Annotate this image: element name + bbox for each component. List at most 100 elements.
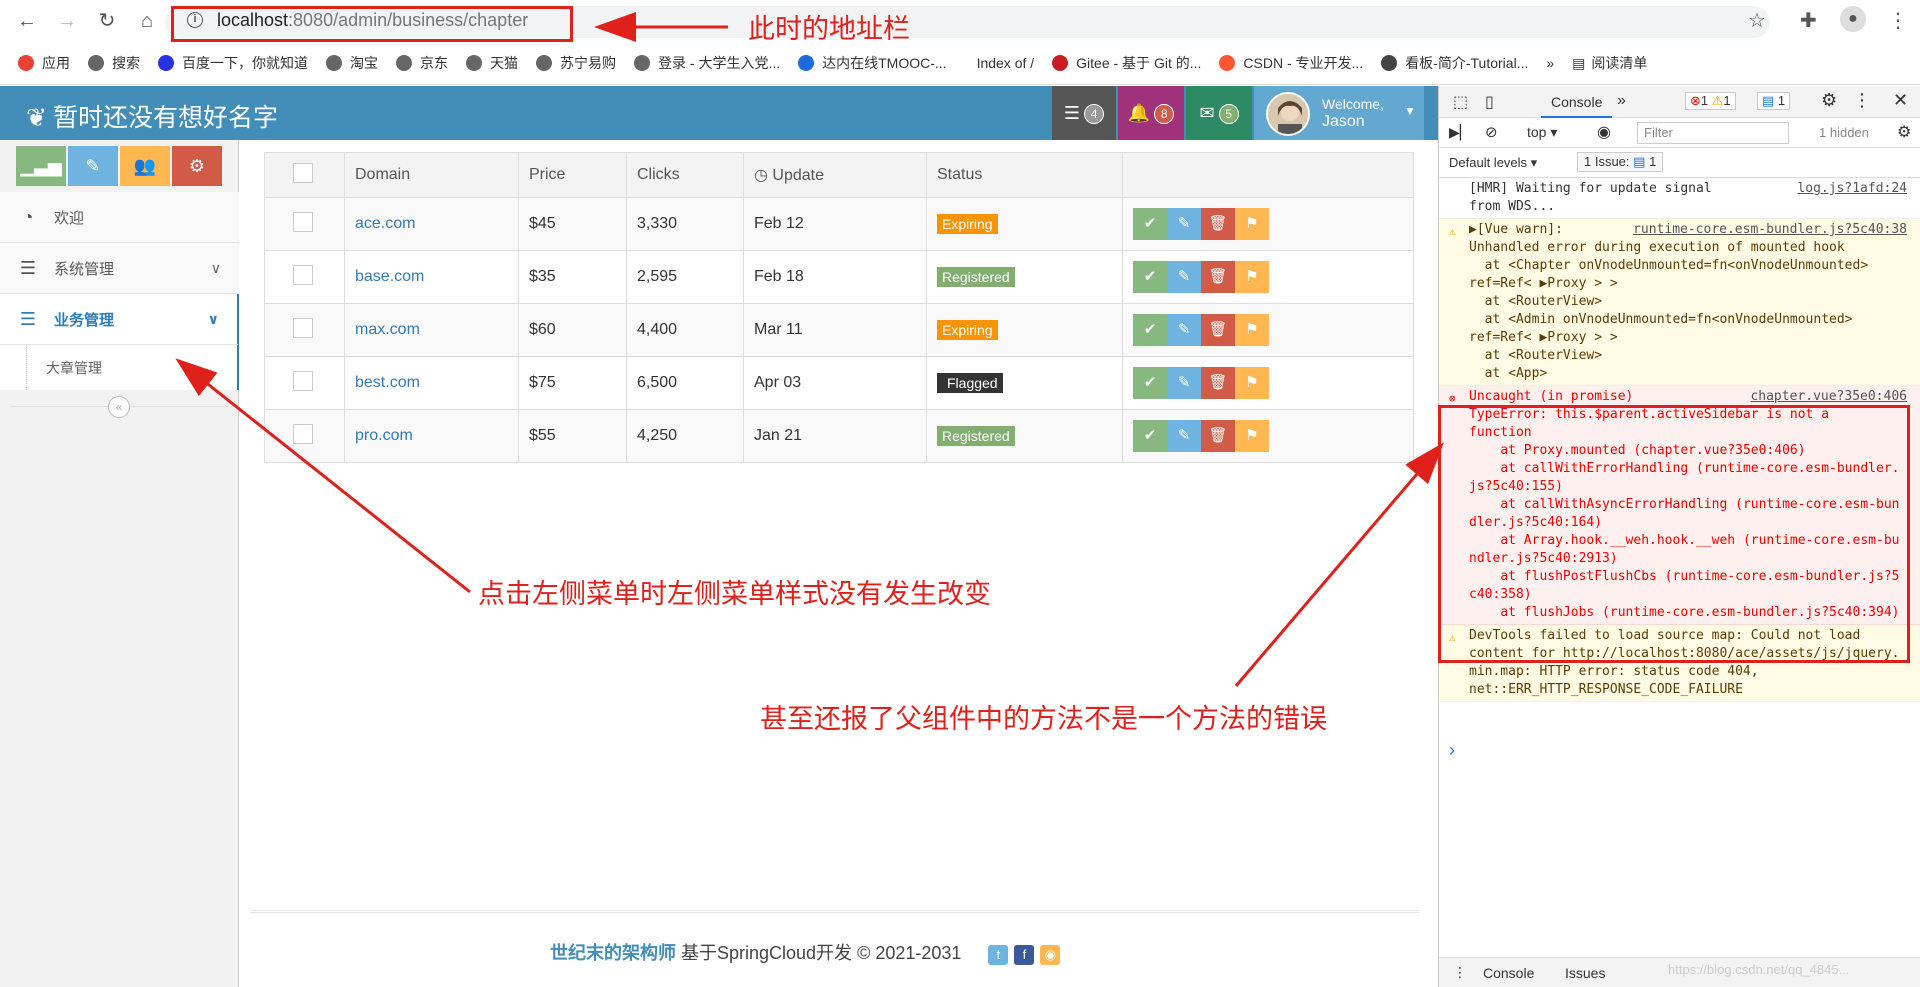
profile-icon[interactable]: ● <box>1840 6 1866 32</box>
flag-icon[interactable]: ⚑ <box>1235 314 1269 346</box>
cogs-icon[interactable]: ⚙ <box>172 146 222 186</box>
trash-icon[interactable]: 🗑 <box>1201 367 1235 399</box>
header-price[interactable]: Price <box>518 152 627 198</box>
check-icon[interactable]: ✔ <box>1133 420 1167 452</box>
extensions-icon[interactable]: ✚ <box>1800 8 1817 33</box>
back-icon[interactable]: ← <box>12 6 42 36</box>
domain-link[interactable]: max.com <box>355 321 420 338</box>
trash-icon[interactable]: 🗑 <box>1201 420 1235 452</box>
header-update[interactable]: ◷ Update <box>743 152 927 198</box>
menu-dots-icon[interactable]: ⋮ <box>1888 8 1908 33</box>
forward-icon[interactable]: → <box>52 6 82 36</box>
tab-console[interactable]: Console <box>1541 86 1613 118</box>
bookmark-item[interactable]: 京东 <box>396 53 448 73</box>
close-icon[interactable]: ✕ <box>1893 90 1908 111</box>
select-all-checkbox[interactable] <box>293 162 313 183</box>
sidebar-item-business[interactable]: ☰ 业务管理 ∨ <box>0 294 239 345</box>
flag-icon[interactable]: ⚑ <box>1235 261 1269 293</box>
clear-console-icon[interactable]: ⊘ <box>1485 123 1498 141</box>
trash-icon[interactable]: 🗑 <box>1201 314 1235 346</box>
drawer-tab-issues[interactable]: Issues <box>1565 965 1605 981</box>
row-checkbox[interactable] <box>293 370 313 391</box>
messages-button[interactable]: ✉ 5 <box>1186 86 1252 140</box>
domain-link[interactable]: best.com <box>355 374 420 391</box>
facebook-icon[interactable]: f <box>1014 945 1035 965</box>
console-prompt[interactable]: › <box>1449 740 1455 761</box>
flag-icon[interactable]: ⚑ <box>1235 208 1269 240</box>
bookmark-item[interactable]: Gitee - 基于 Git 的... <box>1052 53 1201 73</box>
header-clicks[interactable]: Clicks <box>626 152 744 198</box>
edit-icon[interactable]: ✎ <box>1167 208 1201 240</box>
console-settings-icon[interactable]: ⚙ <box>1897 122 1911 142</box>
bookmark-item[interactable]: 苏宁易购 <box>536 53 616 73</box>
bookmarks-more[interactable]: » <box>1546 55 1554 71</box>
domain-link[interactable]: ace.com <box>355 215 415 232</box>
check-icon[interactable]: ✔ <box>1133 367 1167 399</box>
row-checkbox[interactable] <box>293 423 313 444</box>
issues-counter[interactable]: ▤ 1 <box>1757 92 1791 110</box>
console-filter-input[interactable]: Filter <box>1637 122 1789 144</box>
bookmark-item[interactable]: Index of / <box>965 55 1035 71</box>
address-text[interactable]: localhost:8080/admin/business/chapter <box>217 10 528 31</box>
edit-icon[interactable]: ✎ <box>1167 314 1201 346</box>
rss-icon[interactable]: ◉ <box>1040 945 1061 965</box>
bookmark-star-icon[interactable]: ☆ <box>1748 8 1766 33</box>
pencil-icon[interactable]: ✎ <box>68 146 118 186</box>
edit-icon[interactable]: ✎ <box>1167 420 1201 452</box>
header-status[interactable]: Status <box>926 152 1123 198</box>
bookmark-item[interactable]: 达内在线TMOOC-... <box>798 53 947 73</box>
edit-icon[interactable]: ✎ <box>1167 261 1201 293</box>
bookmark-item[interactable]: 登录 - 大学生入党... <box>634 53 780 73</box>
edit-icon[interactable]: ✎ <box>1167 367 1201 399</box>
bookmark-item[interactable]: 搜索 <box>88 53 140 73</box>
home-icon[interactable]: ⌂ <box>132 6 162 36</box>
header-domain[interactable]: Domain <box>344 152 519 198</box>
users-icon[interactable]: 👥 <box>120 146 170 186</box>
eye-icon[interactable]: ◉ <box>1597 122 1611 142</box>
tasks-button[interactable]: ☰ 4 <box>1052 86 1116 140</box>
bookmark-item[interactable]: 天猫 <box>466 53 518 73</box>
row-checkbox[interactable] <box>293 264 313 285</box>
flag-icon[interactable]: ⚑ <box>1235 420 1269 452</box>
sidebar-subitem-chapter[interactable]: 大章管理 <box>0 345 239 390</box>
sidebar-item-welcome[interactable]: ◔ 欢迎 <box>0 192 239 243</box>
domain-link[interactable]: pro.com <box>355 427 413 444</box>
error-warning-counter[interactable]: ⊗1 ⚠1 <box>1685 92 1736 110</box>
check-icon[interactable]: ✔ <box>1133 208 1167 240</box>
domain-link[interactable]: base.com <box>355 268 424 285</box>
info-icon[interactable]: i <box>187 12 203 28</box>
row-checkbox[interactable] <box>293 211 313 232</box>
inspect-icon[interactable]: ⬚ <box>1453 92 1468 112</box>
check-icon[interactable]: ✔ <box>1133 314 1167 346</box>
more-tabs-icon[interactable]: » <box>1617 92 1626 110</box>
flag-icon[interactable]: ⚑ <box>1235 367 1269 399</box>
notifications-button[interactable]: 🔔 8 <box>1118 86 1184 140</box>
levels-dropdown[interactable]: Default levels ▾ <box>1449 155 1537 171</box>
trash-icon[interactable]: 🗑 <box>1201 261 1235 293</box>
bookmark-item[interactable]: 淘宝 <box>326 53 378 73</box>
drawer-menu-icon[interactable]: ⋮ <box>1453 964 1467 981</box>
settings-gear-icon[interactable]: ⚙ <box>1821 90 1837 111</box>
bookmark-item[interactable]: 看板-简介-Tutorial... <box>1381 53 1528 73</box>
brand[interactable]: ❦ 暂时还没有想好名字 <box>26 98 278 134</box>
reading-list[interactable]: ▤ 阅读清单 <box>1572 53 1647 73</box>
drawer-tab-console[interactable]: Console <box>1483 965 1534 981</box>
user-menu[interactable]: Welcome, Jason ▼ <box>1254 86 1424 140</box>
bookmark-item[interactable]: 百度一下，你就知道 <box>158 53 308 73</box>
context-select[interactable]: top ▾ <box>1527 124 1557 141</box>
console-source-link[interactable]: log.js?1afd:24 <box>1797 180 1907 198</box>
issues-button[interactable]: 1 Issue: ▤ 1 <box>1577 152 1664 172</box>
row-checkbox[interactable] <box>293 317 313 338</box>
reload-icon[interactable]: ↻ <box>92 6 122 36</box>
double-left-icon[interactable]: « <box>108 396 130 418</box>
console-source-link[interactable]: chapter.vue?35e0:406 <box>1750 388 1907 406</box>
trash-icon[interactable]: 🗑 <box>1201 208 1235 240</box>
bookmark-item[interactable]: CSDN - 专业开发... <box>1219 53 1363 73</box>
more-options-icon[interactable]: ⋮ <box>1853 90 1871 111</box>
signal-icon[interactable]: ▁▃▅ <box>16 146 66 186</box>
check-icon[interactable]: ✔ <box>1133 261 1167 293</box>
twitter-icon[interactable]: t <box>988 945 1009 965</box>
console-source-link[interactable]: runtime-core.esm-bundler.js?5c40:38 <box>1633 221 1907 239</box>
sidebar-item-system[interactable]: ☰ 系统管理 ∨ <box>0 243 239 294</box>
sidebar-toggle-icon[interactable]: ▶▏ <box>1449 124 1471 141</box>
